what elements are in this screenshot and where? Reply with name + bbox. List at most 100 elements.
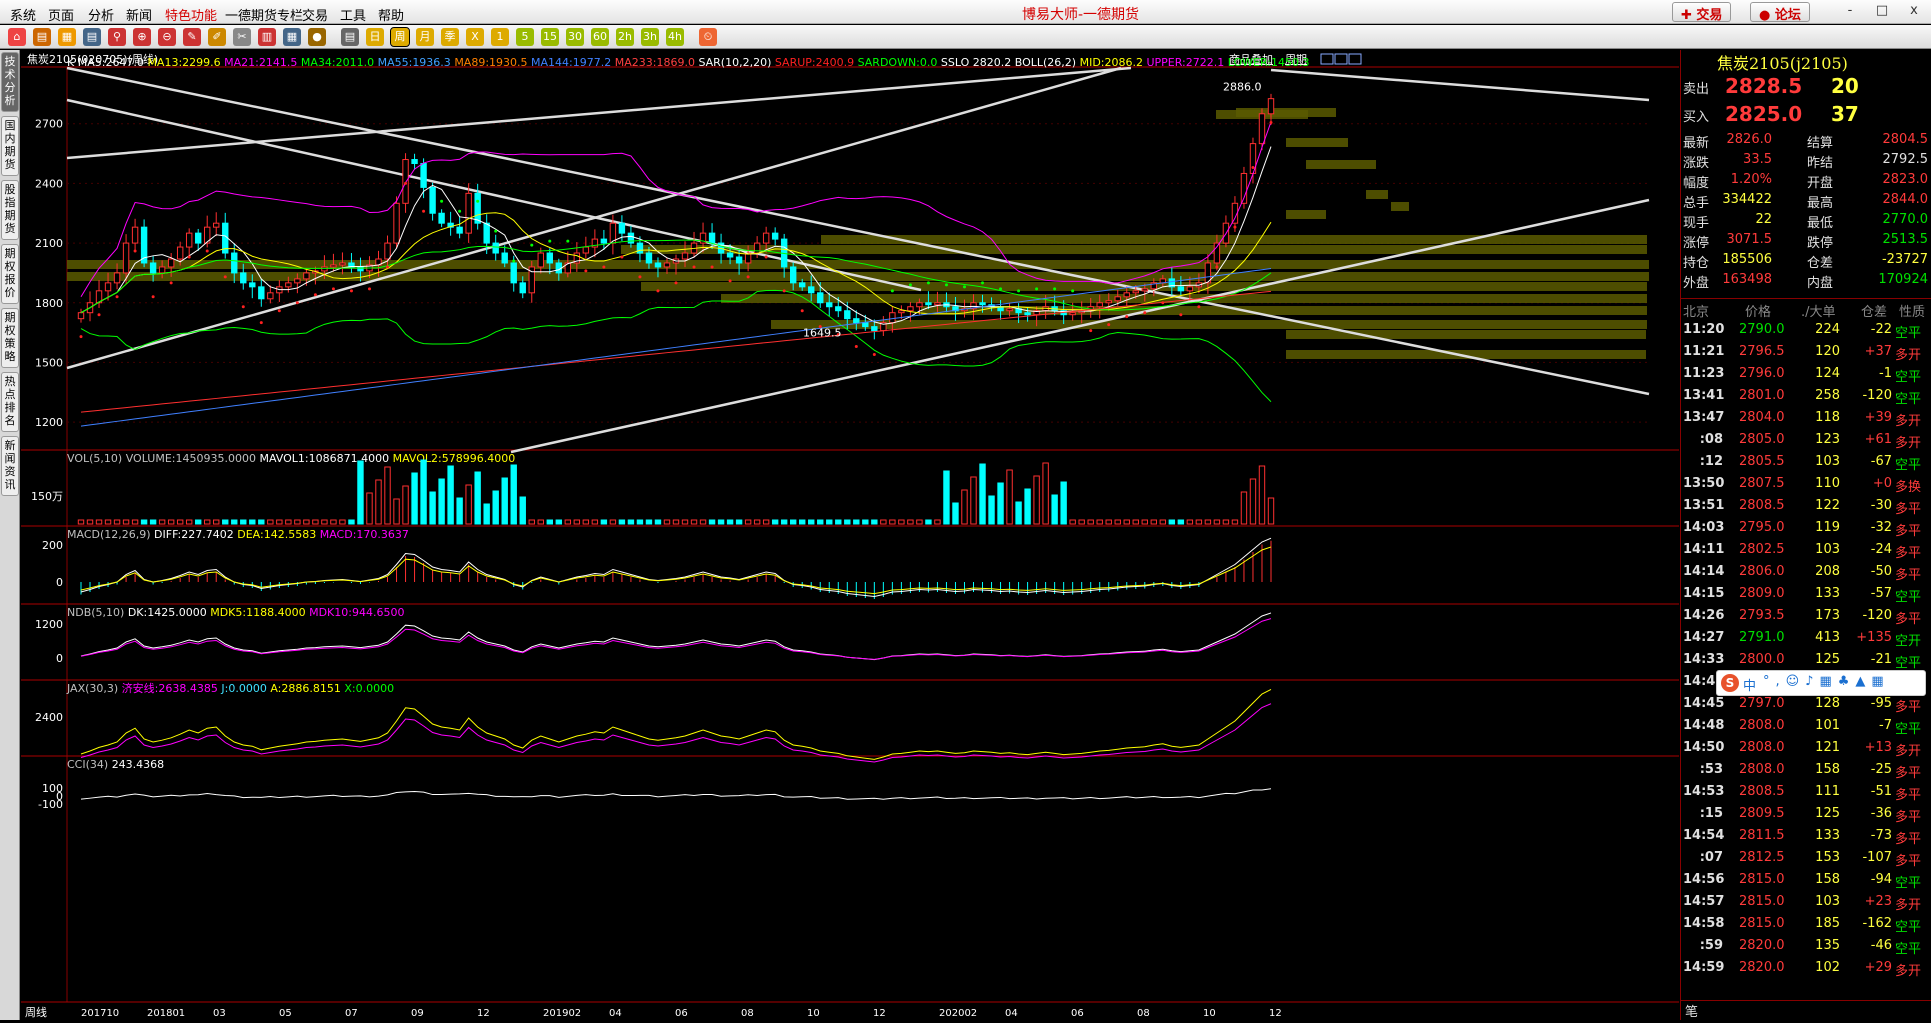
sar-dot (386, 265, 390, 269)
ma-legend-item: MA233:1869.0 (615, 56, 699, 69)
tick-row: 14:27 2791.0 413 +135 空开 (1681, 628, 1931, 649)
tick-price: 2793.5 (1739, 608, 1785, 623)
candle (844, 310, 851, 320)
tick-price: 2802.5 (1739, 542, 1785, 557)
jax-legend-item: J:0.0000 (220, 682, 270, 695)
stat-value: 1.20% (1730, 172, 1772, 187)
sar-dot (1107, 323, 1111, 327)
sell-label: 卖出 (1683, 82, 1710, 97)
menu-item-1[interactable]: 页面 (48, 5, 74, 24)
macd-legend: MACD(12,26,9) DIFF:227.7402 DEA:142.5583… (67, 528, 409, 541)
menu-item-5[interactable]: 一德期货专栏 (225, 5, 303, 24)
open-icon[interactable]: ▦ (58, 28, 76, 46)
low-label: 1649.5 (803, 327, 842, 340)
5-icon[interactable]: 5 (516, 28, 534, 46)
left-tab-5[interactable]: 热点排名 (1, 372, 19, 432)
volume-bar (997, 482, 1004, 525)
menu-item-2[interactable]: 分析 (88, 5, 114, 24)
grid-icon[interactable]: ▤ (83, 28, 101, 46)
maximize-button[interactable]: □ (1872, 3, 1892, 21)
menu-item-3[interactable]: 新闻 (126, 5, 152, 24)
tick-oi-change: +0 (1872, 476, 1892, 491)
ime-mode[interactable]: 中 (1743, 675, 1756, 694)
stat-value: 33.5 (1743, 152, 1772, 167)
left-tab-3[interactable]: 期权报价 (1, 244, 19, 304)
minimize-button[interactable]: - (1840, 3, 1860, 21)
zoom-in-icon[interactable]: ⊕ (133, 28, 151, 46)
tick-price: 2820.0 (1739, 960, 1785, 975)
season-icon[interactable]: 季 (441, 28, 459, 46)
tick-row: 13:41 2801.0 258 -120 空平 (1681, 386, 1931, 407)
bar-icon[interactable]: ▥ (258, 28, 276, 46)
15-icon[interactable]: 15 (541, 28, 559, 46)
tick-time: 13:47 (1683, 410, 1725, 425)
4h-icon[interactable]: 4h (666, 28, 684, 46)
2h-icon[interactable]: 2h (616, 28, 634, 46)
left-tab-4[interactable]: 期权策略 (1, 308, 19, 368)
ime-toolbar[interactable]: S 中 °,☺♪▦♣▲▦ (1716, 670, 1926, 696)
week-icon[interactable]: 周 (390, 27, 410, 47)
chart-area[interactable]: 焦炭2105(020705)(周线) 商品叠加 周期 K MA5:2647.0 MA1… (21, 50, 1679, 1020)
tick-nature: 空平 (1895, 656, 1922, 671)
volume-bar (726, 519, 734, 525)
close-button[interactable]: x (1904, 3, 1924, 21)
menu-item-7[interactable]: 工具 (340, 5, 366, 24)
tick-price: 2809.5 (1739, 806, 1785, 821)
ma-label: K (67, 56, 78, 69)
sar-dot (259, 321, 263, 325)
x-icon[interactable]: X (466, 28, 484, 46)
stat-value: 22 (1755, 212, 1772, 227)
candle (1105, 300, 1112, 304)
search-icon[interactable]: ⚲ (108, 28, 126, 46)
calc-icon[interactable]: ▦ (283, 28, 301, 46)
bullet-icon[interactable]: ● (308, 28, 326, 46)
tick-time: 14:45 (1683, 696, 1725, 711)
volume-bar (510, 464, 517, 525)
sar-dot (746, 275, 750, 279)
candle (438, 212, 445, 224)
ime-tools-icon[interactable]: °,☺♪▦♣▲▦ (1763, 674, 1890, 689)
menu-item-6[interactable]: 交易 (302, 5, 328, 24)
candle (871, 326, 878, 332)
ma-legend-item: MA55:1936.3 (378, 56, 455, 69)
candle (826, 302, 833, 308)
60-icon[interactable]: 60 (591, 28, 609, 46)
volume-bar (627, 519, 635, 525)
clock-icon[interactable]: ⏲ (699, 28, 717, 46)
ma-legend-item: BOLL(26,2) (1015, 56, 1080, 69)
menu-item-4[interactable]: 特色功能 (165, 5, 217, 24)
1-icon[interactable]: 1 (491, 28, 509, 46)
month-icon[interactable]: 月 (416, 28, 434, 46)
folder-icon[interactable]: ▤ (33, 28, 51, 46)
sar-dot (295, 301, 299, 305)
menu-item-0[interactable]: 系统 (10, 5, 36, 24)
trade-button[interactable]: ✚ 交易 (1672, 2, 1732, 23)
jax-legend: JAX(30,3) 济安线:2638.4385 J:0.0000 A:2886.… (66, 681, 394, 695)
brush-icon[interactable]: ✐ (208, 28, 226, 46)
left-tab-2[interactable]: 股指期货 (1, 180, 19, 240)
volume-bar (925, 519, 932, 525)
tick-volume: 124 (1815, 366, 1840, 381)
tick-oi-change: +29 (1864, 960, 1892, 975)
3h-icon[interactable]: 3h (641, 28, 659, 46)
left-tab-6[interactable]: 新闻资讯 (1, 436, 19, 496)
volume-bar (835, 519, 842, 525)
forum-button[interactable]: ● 论坛 (1750, 2, 1810, 23)
kline-chart[interactable]: 焦炭2105(020705)(周线) 商品叠加 周期K MA5:2647.0 MA1… (21, 50, 1679, 1020)
tick-nature: 多开 (1895, 436, 1922, 451)
ndb-legend-item: DK:1425.0000 (128, 606, 210, 619)
draw-icon[interactable]: ✎ (183, 28, 201, 46)
table-icon[interactable]: ▤ (341, 28, 359, 46)
stat-row: 现手 22 最低 2770.0 (1681, 210, 1931, 231)
day-icon[interactable]: 日 (366, 28, 384, 46)
candle (1267, 98, 1275, 115)
30-icon[interactable]: 30 (566, 28, 584, 46)
cut-icon[interactable]: ✂ (233, 28, 251, 46)
home-icon[interactable]: ⌂ (8, 28, 26, 46)
zoom-out-icon[interactable]: ⊖ (158, 28, 176, 46)
left-tab-0[interactable]: 技术分析 (1, 52, 19, 112)
left-tab-1[interactable]: 国内期货 (1, 116, 19, 176)
volume-profile-bar (821, 235, 1647, 244)
menu-item-8[interactable]: 帮助 (378, 5, 404, 24)
indicator-tick: 0 (56, 576, 63, 589)
